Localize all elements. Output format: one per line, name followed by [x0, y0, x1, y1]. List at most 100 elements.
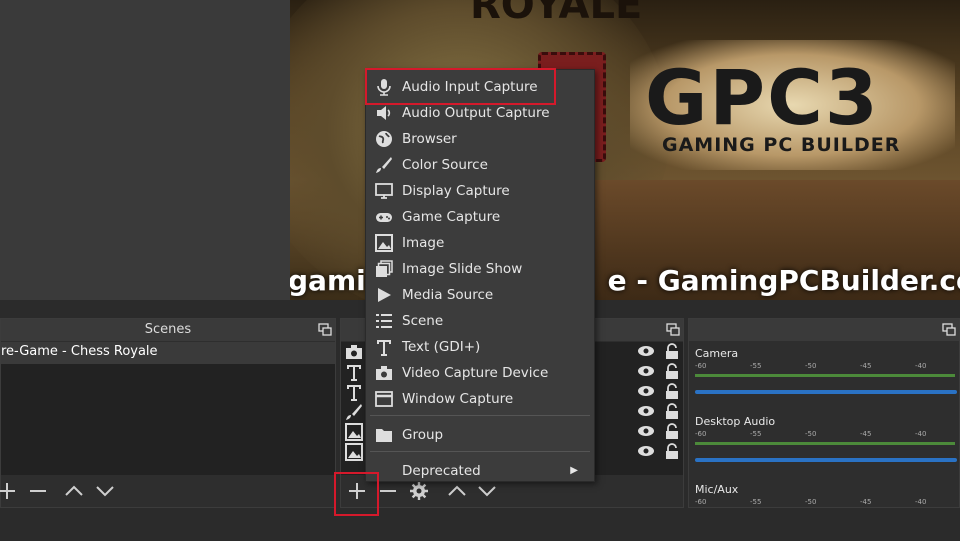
menu-item-text-gdi[interactable]: Text (GDI+): [366, 334, 594, 360]
volume-meter: [695, 374, 955, 377]
menu-item-label: Window Capture: [402, 391, 514, 407]
menu-item-label: Image Slide Show: [402, 261, 523, 277]
left-empty-area: [0, 0, 290, 310]
menu-item-label: Group: [402, 427, 444, 443]
menu-item-game-capture[interactable]: Game Capture: [366, 204, 594, 230]
menu-item-label: Game Capture: [402, 209, 501, 225]
visibility-eye-icon[interactable]: [637, 345, 655, 357]
mixer-channel: Desktop Audio -60 -55 -50 -45 -40: [689, 409, 959, 477]
meter-ticks: -60 -55 -50 -45 -40: [695, 362, 955, 372]
visibility-eye-icon[interactable]: [637, 365, 655, 377]
menu-item-deprecated[interactable]: Deprecated ▶: [366, 458, 594, 484]
lock-icon[interactable]: [665, 443, 679, 460]
menu-item-browser[interactable]: Browser: [366, 126, 594, 152]
tick-label: -50: [805, 430, 817, 438]
channel-name: Camera: [695, 347, 739, 360]
tick-label: -50: [805, 498, 817, 506]
image-icon: [375, 234, 393, 252]
menu-separator: [370, 451, 590, 452]
mixer-channel: Camera -60 -55 -50 -45 -40: [689, 341, 959, 409]
channel-name: Desktop Audio: [695, 415, 776, 428]
scenes-dock: Scenes re-Game - Chess Royale: [0, 318, 336, 508]
scene-list[interactable]: re-Game - Chess Royale: [1, 342, 335, 476]
menu-item-label: Text (GDI+): [402, 339, 481, 355]
gamepad-icon: [376, 213, 392, 222]
monitor-icon: [375, 183, 393, 199]
add-scene-icon[interactable]: [0, 481, 17, 501]
tick-label: -45: [860, 498, 872, 506]
list-icon: [376, 314, 392, 328]
brand-logo-text: GPC3: [645, 53, 880, 142]
menu-item-group[interactable]: Group: [366, 422, 594, 448]
undock-icon[interactable]: [942, 323, 956, 336]
camera-icon: [376, 366, 392, 380]
remove-source-icon[interactable]: [378, 481, 398, 501]
visibility-eye-icon[interactable]: [637, 425, 655, 437]
menu-item-video-capture-device[interactable]: Video Capture Device: [366, 360, 594, 386]
scene-item[interactable]: re-Game - Chess Royale: [1, 342, 335, 364]
menu-item-window-capture[interactable]: Window Capture: [366, 386, 594, 412]
menu-item-label: Media Source: [402, 287, 494, 303]
lock-icon[interactable]: [665, 403, 679, 420]
remove-scene-icon[interactable]: [28, 481, 48, 501]
play-icon: [378, 288, 391, 302]
move-down-icon[interactable]: [95, 481, 115, 501]
folder-icon: [376, 429, 392, 442]
tick-label: -40: [915, 362, 927, 370]
lock-icon[interactable]: [665, 343, 679, 360]
highlight-box-add-button: [334, 472, 379, 516]
menu-item-scene[interactable]: Scene: [366, 308, 594, 334]
lock-icon[interactable]: [665, 383, 679, 400]
add-source-menu: Audio Input Capture Audio Output Capture…: [365, 69, 595, 482]
visibility-eye-icon[interactable]: [637, 445, 655, 457]
obs-window: { "preview": { "logo_text": "GPC3", "log…: [0, 0, 960, 541]
menu-item-label: Browser: [402, 131, 457, 147]
menu-item-media-source[interactable]: Media Source: [366, 282, 594, 308]
scenes-toolbar: [0, 475, 335, 507]
menu-item-label: Color Source: [402, 157, 488, 173]
menu-item-color-source[interactable]: Color Source: [366, 152, 594, 178]
menu-item-label: Scene: [402, 313, 444, 329]
tick-label: -40: [915, 498, 927, 506]
status-strip: [0, 510, 960, 541]
volume-meter: [695, 442, 955, 445]
move-up-icon[interactable]: [447, 481, 467, 501]
tick-label: -55: [750, 362, 762, 370]
submenu-arrow-icon: ▶: [570, 465, 578, 476]
mixer-title: [689, 319, 959, 341]
highlight-box-audio-input: [365, 68, 556, 105]
tick-label: -60: [695, 430, 707, 438]
undock-icon[interactable]: [666, 323, 680, 336]
meter-ticks: -60 -55 -50 -45 -40: [695, 430, 955, 440]
volume-fader[interactable]: [695, 458, 957, 462]
menu-item-label: Video Capture Device: [402, 365, 549, 381]
speaker-icon: [377, 106, 391, 120]
tick-label: -40: [915, 430, 927, 438]
menu-item-image[interactable]: Image: [366, 230, 594, 256]
visibility-eye-icon[interactable]: [637, 405, 655, 417]
move-up-icon[interactable]: [64, 481, 84, 501]
lock-icon[interactable]: [665, 363, 679, 380]
visibility-eye-icon[interactable]: [637, 385, 655, 397]
volume-fader[interactable]: [695, 390, 957, 394]
undock-icon[interactable]: [318, 323, 332, 336]
menu-item-display-capture[interactable]: Display Capture: [366, 178, 594, 204]
tick-label: -55: [750, 430, 762, 438]
menu-item-image-slide-show[interactable]: Image Slide Show: [366, 256, 594, 282]
meter-ticks: -60 -55 -50 -45 -40: [695, 498, 955, 508]
globe-icon: [376, 131, 392, 147]
image-icon: [345, 423, 363, 441]
lock-icon[interactable]: [665, 423, 679, 440]
text-icon: [377, 340, 391, 356]
gear-icon[interactable]: [409, 481, 429, 501]
camera-icon: [346, 345, 362, 359]
tick-label: -55: [750, 498, 762, 506]
paintbrush-icon: [376, 157, 392, 173]
menu-item-label: Deprecated: [402, 463, 481, 479]
image-icon: [345, 443, 363, 461]
caption-right: e - GamingPCBuilder.com: [607, 264, 960, 297]
text-icon: [347, 365, 361, 381]
tick-label: -45: [860, 430, 872, 438]
move-down-icon[interactable]: [477, 481, 497, 501]
scenes-title: Scenes: [1, 319, 335, 341]
